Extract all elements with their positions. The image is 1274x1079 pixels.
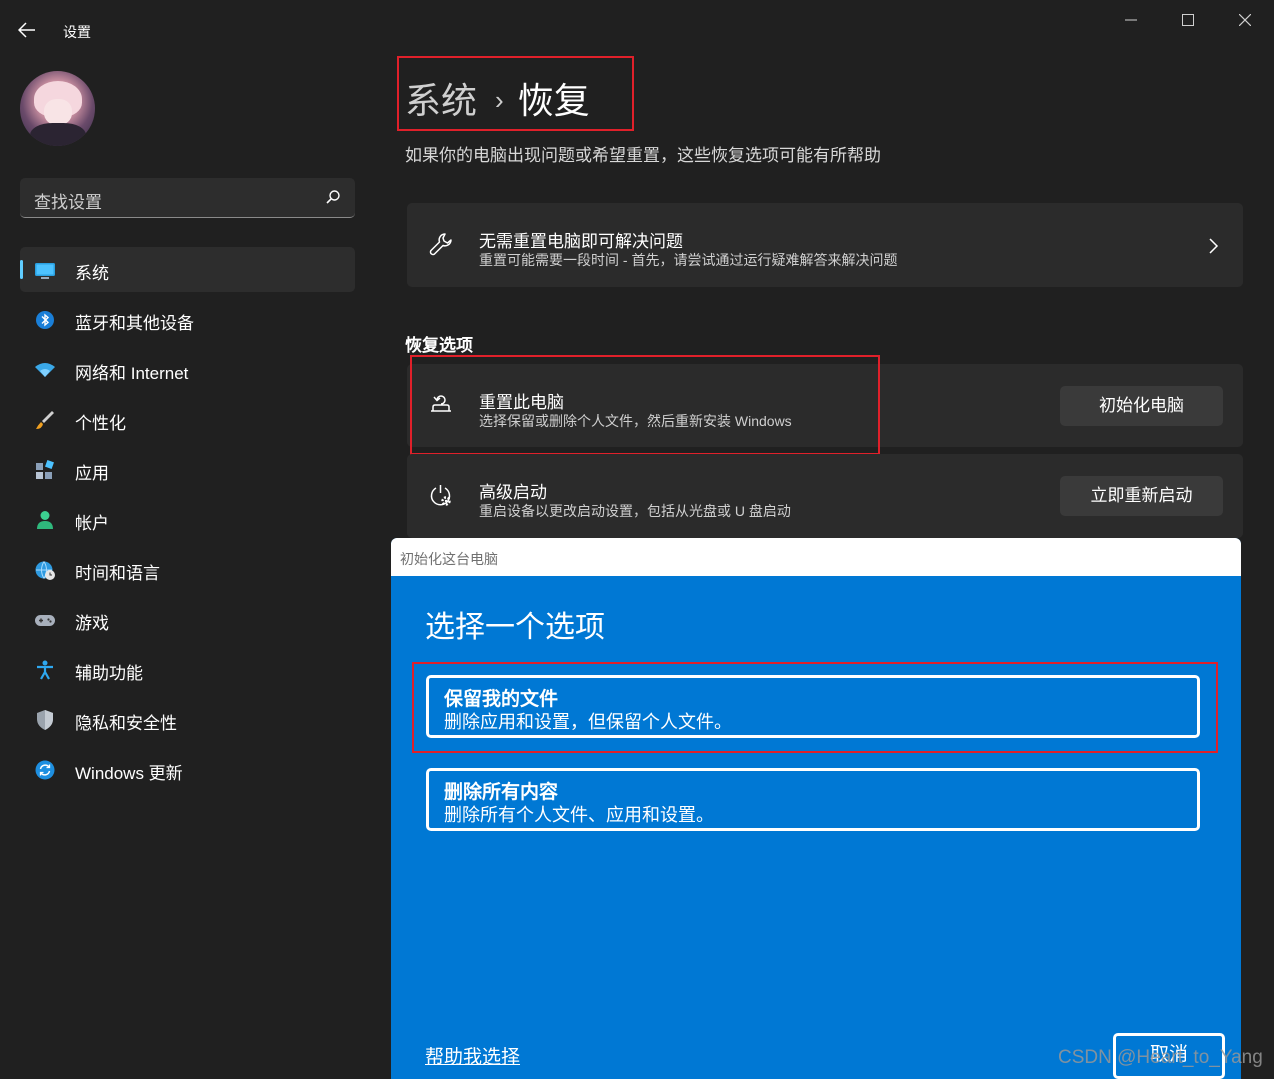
advanced-startup-title: 高级启动 — [479, 483, 547, 502]
back-button[interactable] — [17, 22, 40, 42]
reset-pc-desc: 选择保留或删除个人文件，然后重新安装 Windows — [479, 413, 792, 429]
sidebar-item-system[interactable]: 系统 — [20, 247, 355, 292]
accessibility-icon — [37, 660, 53, 680]
sidebar-item-windows-update[interactable]: Windows 更新 — [20, 747, 355, 792]
maximize-button[interactable] — [1173, 10, 1203, 32]
option-desc: 删除所有个人文件、应用和设置。 — [444, 805, 714, 825]
power-gear-icon — [430, 485, 451, 506]
title-bar: 设置 — [0, 0, 1274, 60]
help-me-choose-link[interactable]: 帮助我选择 — [425, 1042, 520, 1069]
sidebar-item-label: 网络和 Internet — [75, 364, 189, 383]
shield-icon — [37, 710, 53, 730]
close-button[interactable] — [1230, 10, 1260, 32]
arrow-left-icon — [17, 22, 35, 38]
brush-icon — [36, 411, 54, 429]
reset-pc-icon — [431, 395, 451, 412]
option-title: 删除所有内容 — [444, 782, 559, 803]
monitor-icon — [35, 263, 55, 279]
dialog-heading: 选择一个选项 — [425, 611, 605, 644]
sidebar-item-label: 游戏 — [75, 614, 109, 633]
sidebar-item-personalization[interactable]: 个性化 — [20, 397, 355, 442]
sidebar-item-label: 蓝牙和其他设备 — [75, 314, 194, 333]
search-icon[interactable] — [325, 189, 341, 205]
sidebar-item-gaming[interactable]: 游戏 — [20, 597, 355, 642]
chevron-right-icon — [1209, 238, 1219, 254]
reset-pc-dialog: 初始化这台电脑 选择一个选项 保留我的文件 删除应用和设置，但保留个人文件。 删… — [391, 538, 1241, 1079]
search-box[interactable]: 查找设置 — [20, 178, 355, 218]
minimize-icon — [1125, 19, 1137, 21]
sidebar-item-label: 应用 — [75, 464, 109, 483]
sidebar-item-accessibility[interactable]: 辅助功能 — [20, 647, 355, 692]
app-title: 设置 — [63, 24, 91, 40]
sidebar-item-apps[interactable]: 应用 — [20, 447, 355, 492]
option-desc: 删除应用和设置，但保留个人文件。 — [444, 712, 732, 732]
search-input[interactable]: 查找设置 — [34, 188, 102, 213]
sidebar-item-label: 系统 — [75, 264, 109, 283]
sidebar-nav: 系统 蓝牙和其他设备 网络和 Internet 个性化 应用 帐户 时间和语言 … — [20, 247, 355, 797]
wrench-icon — [429, 233, 452, 256]
wifi-icon — [35, 363, 55, 377]
restart-now-button[interactable]: 立即重新启动 — [1060, 476, 1223, 516]
sidebar-item-label: Windows 更新 — [75, 764, 183, 783]
reset-pc-title: 重置此电脑 — [479, 393, 564, 412]
globe-clock-icon — [35, 561, 55, 580]
bluetooth-icon — [36, 311, 54, 329]
dialog-title: 初始化这台电脑 — [400, 551, 498, 567]
advanced-startup-card: 高级启动 重启设备以更改启动设置，包括从光盘或 U 盘启动 立即重新启动 — [407, 454, 1243, 538]
troubleshoot-title: 无需重置电脑即可解决问题 — [479, 232, 683, 251]
breadcrumb: 系统 › 恢复 — [405, 72, 590, 124]
dialog-title-bar: 初始化这台电脑 — [391, 538, 1241, 576]
page-subtitle: 如果你的电脑出现问题或希望重置，这些恢复选项可能有所帮助 — [405, 146, 881, 165]
refresh-icon — [35, 760, 55, 780]
troubleshoot-card[interactable]: 无需重置电脑即可解决问题 重置可能需要一段时间 - 首先，请尝试通过运行疑难解答… — [407, 203, 1243, 287]
breadcrumb-parent[interactable]: 系统 — [405, 80, 477, 121]
sidebar-item-accounts[interactable]: 帐户 — [20, 497, 355, 542]
keep-files-option[interactable]: 保留我的文件 删除应用和设置，但保留个人文件。 — [426, 675, 1200, 738]
sidebar-item-bluetooth[interactable]: 蓝牙和其他设备 — [20, 297, 355, 342]
sidebar-item-privacy[interactable]: 隐私和安全性 — [20, 697, 355, 742]
sidebar-item-label: 时间和语言 — [75, 564, 160, 583]
section-title-recovery: 恢复选项 — [405, 336, 473, 355]
sidebar-item-time-language[interactable]: 时间和语言 — [20, 547, 355, 592]
active-indicator — [20, 260, 23, 279]
watermark: CSDN @Heart_to_Yang — [1058, 1047, 1263, 1068]
remove-everything-option[interactable]: 删除所有内容 删除所有个人文件、应用和设置。 — [426, 768, 1200, 831]
apps-icon — [36, 460, 54, 479]
avatar[interactable] — [20, 71, 95, 146]
sidebar-item-label: 隐私和安全性 — [75, 714, 177, 733]
breadcrumb-separator: › — [495, 85, 504, 115]
sidebar-item-label: 个性化 — [75, 414, 126, 433]
option-title: 保留我的文件 — [444, 689, 559, 710]
close-icon — [1239, 14, 1251, 26]
page-title: 恢复 — [517, 80, 590, 121]
sidebar-item-network[interactable]: 网络和 Internet — [20, 347, 355, 392]
sidebar-item-label: 辅助功能 — [75, 664, 143, 683]
gamepad-icon — [35, 615, 55, 626]
sidebar-item-label: 帐户 — [75, 514, 109, 533]
troubleshoot-desc: 重置可能需要一段时间 - 首先，请尝试通过运行疑难解答来解决问题 — [479, 252, 898, 268]
advanced-startup-desc: 重启设备以更改启动设置，包括从光盘或 U 盘启动 — [479, 503, 791, 519]
person-icon — [37, 511, 53, 529]
reset-pc-card: 重置此电脑 选择保留或删除个人文件，然后重新安装 Windows 初始化电脑 — [407, 364, 1243, 447]
maximize-icon — [1182, 14, 1194, 26]
minimize-button[interactable] — [1116, 10, 1146, 32]
reset-pc-button[interactable]: 初始化电脑 — [1060, 386, 1223, 426]
